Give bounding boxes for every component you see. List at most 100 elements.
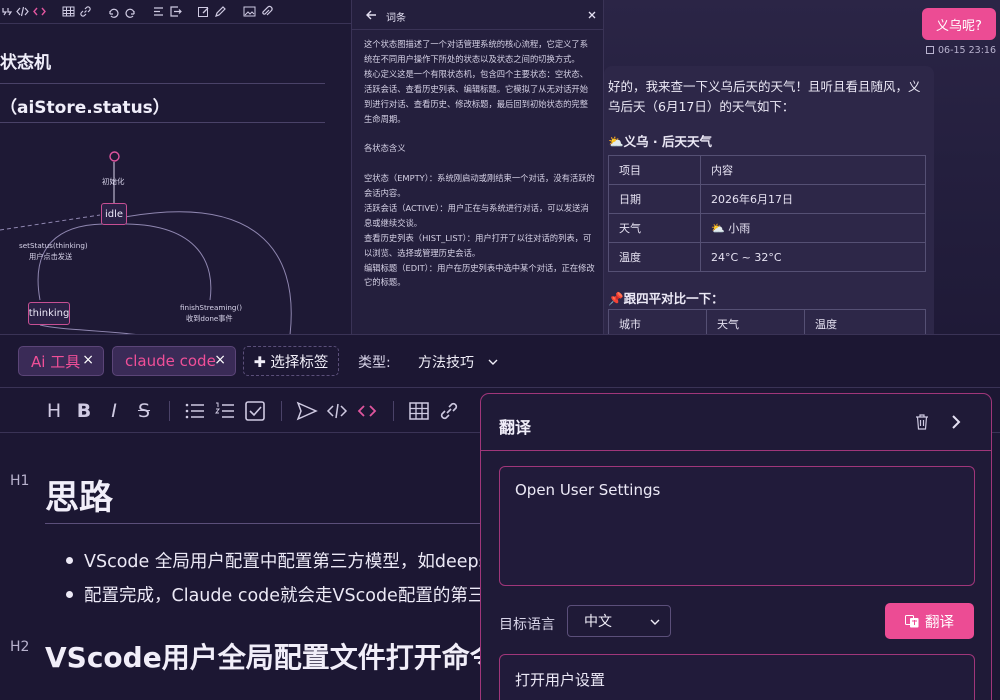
numbered-list-icon[interactable]	[214, 400, 236, 422]
heading-icon[interactable]: H	[43, 400, 65, 422]
diagram-toolbar	[0, 0, 351, 24]
back-arrow-icon[interactable]	[366, 10, 377, 20]
idle-node[interactable]: idle	[101, 203, 127, 225]
weather-table: 项目 内容 日期 2026年6月17日 天气 ⛅ 小雨 温度 24°C ~ 32…	[608, 155, 926, 272]
trash-icon[interactable]	[915, 414, 929, 430]
table-cell: 温度	[608, 242, 701, 272]
quote-icon[interactable]	[1, 5, 14, 18]
glossary-paragraph: 编辑标题（EDIT）：用户在历史列表中选中某个对话，正在修改它的标题。	[364, 262, 595, 288]
edge-label-finish: finishStreaming()	[180, 303, 243, 312]
redo-icon[interactable]	[124, 5, 137, 18]
chevron-down-icon	[650, 619, 660, 625]
h2-marker: H2	[10, 639, 30, 655]
table-row: 城市 天气 温度	[608, 309, 926, 334]
edge-label-send: setStatus(thinking)	[19, 241, 88, 250]
h1-marker: H1	[10, 473, 30, 489]
table-cell: 天气	[608, 213, 701, 243]
italic-icon[interactable]: I	[103, 400, 125, 422]
checklist-icon[interactable]	[244, 400, 266, 422]
heading-divider	[45, 523, 485, 524]
target-language-value: 中文	[584, 614, 612, 630]
list-item: 配置完成，Claude code就会走VScode配置的第三方模型	[66, 582, 538, 607]
translate-divider	[481, 450, 991, 451]
brush-icon[interactable]	[214, 5, 227, 18]
weather-value: 小雨	[728, 222, 751, 235]
type-label: 类型:	[358, 355, 391, 371]
strikethrough-icon[interactable]: S	[133, 400, 155, 422]
toolbar-divider	[169, 401, 170, 421]
send-icon[interactable]	[296, 400, 318, 422]
translate-source-input[interactable]: Open User Settings	[499, 466, 975, 586]
align-icon[interactable]	[152, 5, 165, 18]
diagram-pane: 状态机 （aiStore.status） 初始化 idle setStatus(…	[0, 0, 352, 334]
user-message-bubble: 义乌呢?	[922, 8, 996, 40]
toolbar-divider	[281, 401, 282, 421]
message-meta: 06-15 23:16	[926, 45, 996, 56]
weather-heading-text: 义乌 · 后天天气	[623, 134, 713, 149]
tag-chip[interactable]: Ai 工具 ×	[18, 346, 104, 376]
code-icon[interactable]	[326, 400, 348, 422]
compare-heading: 📌跟四平对比一下：	[608, 288, 724, 307]
code-icon[interactable]	[16, 5, 29, 18]
note-editor: Ai 工具 × claude code × ✚ 选择标签 类型: 方法技巧 H …	[0, 334, 1000, 700]
translate-output: 打开用户设置	[499, 654, 975, 700]
link-icon[interactable]	[438, 400, 460, 422]
sun-cloud-icon: ⛅	[608, 134, 624, 149]
link-icon[interactable]	[79, 5, 92, 18]
type-select[interactable]: 方法技巧	[418, 352, 498, 372]
target-language-select[interactable]: 中文	[567, 605, 671, 637]
rain-icon: ⛅	[711, 222, 725, 235]
close-icon[interactable]	[588, 11, 596, 19]
table-icon[interactable]	[62, 5, 75, 18]
glossary-paragraph: 各状态含义	[364, 143, 406, 154]
glossary-title: 词条	[386, 13, 406, 24]
export-icon[interactable]	[169, 5, 182, 18]
bold-icon[interactable]: B	[73, 400, 95, 422]
tag-chip[interactable]: claude code ×	[112, 346, 236, 376]
table-row: 日期 2026年6月17日	[608, 184, 926, 214]
toolbar-divider	[393, 401, 394, 421]
table-header-cell: 项目	[608, 155, 701, 185]
undo-icon[interactable]	[107, 5, 120, 18]
attach-icon[interactable]	[260, 5, 273, 18]
table-header-cell: 城市	[608, 309, 707, 334]
weather-heading: ⛅义乌 · 后天天气	[608, 131, 712, 150]
table-icon[interactable]	[408, 400, 430, 422]
glossary-paragraph: 活跃会话（ACTIVE）：用户正在与系统进行对话，可以发送消息或继续交谈。	[364, 202, 589, 228]
subheading-divider	[0, 122, 325, 123]
tag-remove-icon[interactable]: ×	[82, 352, 94, 368]
list-item: VScode 全局用户配置中配置第三方模型，如deepseek	[66, 548, 519, 573]
diagram-subheading: （aiStore.status）	[0, 98, 170, 118]
chevron-right-icon[interactable]	[951, 414, 961, 430]
initial-state-icon	[109, 151, 120, 162]
tag-remove-icon[interactable]: ×	[214, 352, 226, 368]
translate-button[interactable]: 翻译	[885, 603, 974, 639]
add-tag-button[interactable]: ✚ 选择标签	[243, 346, 339, 376]
message-timestamp: 06-15 23:16	[938, 45, 997, 56]
table-cell: ⛅ 小雨	[700, 213, 926, 243]
list-item-text: 配置完成，Claude code就会走VScode配置的第三方模型	[84, 586, 538, 606]
bullet-list-icon[interactable]	[184, 400, 206, 422]
code-block-icon[interactable]	[356, 400, 378, 422]
list-item-text: VScode 全局用户配置中配置第三方模型，如deepseek	[84, 552, 520, 572]
edit-icon[interactable]	[197, 5, 210, 18]
thinking-node[interactable]: thinking	[28, 302, 70, 325]
table-row: 天气 ⛅ 小雨	[608, 213, 926, 243]
ai-reply-intro: 好的，我来查一下义乌后天的天气！且听且看且随风，义乌后天（6月17日）的天气如下…	[608, 79, 921, 114]
image-icon[interactable]	[243, 5, 256, 18]
chevron-down-icon	[488, 359, 498, 365]
glossary-body: 这个状态图描述了一个对话管理系统的核心流程，它定义了系统在不同用户操作下所处的状…	[364, 37, 596, 290]
glossary-paragraph: 查看历史列表（HIST_LIST）：用户打开了以往对话的列表，可以浏览、选择或管…	[364, 232, 592, 258]
copy-icon[interactable]	[926, 46, 934, 54]
tag-label: Ai 工具	[31, 352, 81, 371]
glossary-paragraph: 核心定义这是一个有限状态机，包含四个主要状态：空状态、活跃会话、查看历史列表、编…	[364, 68, 589, 124]
table-header-cell: 内容	[700, 155, 926, 185]
translate-icon	[905, 614, 919, 627]
glossary-paragraph: 空状态（EMPTY）：系统刚启动或刚结束一个对话，没有活跃的会话内容。	[364, 173, 595, 199]
diagram-heading: 状态机	[0, 53, 51, 73]
heading-2: VScode用户全局配置文件打开命令	[45, 641, 498, 674]
table-header-cell: 温度	[804, 309, 926, 334]
pin-icon: 📌	[608, 291, 624, 306]
code-brackets-icon[interactable]	[33, 5, 46, 18]
chat-pane: 义乌呢? 06-15 23:16 好的，我来查一下义乌后天的天气！且听且看且随风…	[604, 0, 1000, 334]
